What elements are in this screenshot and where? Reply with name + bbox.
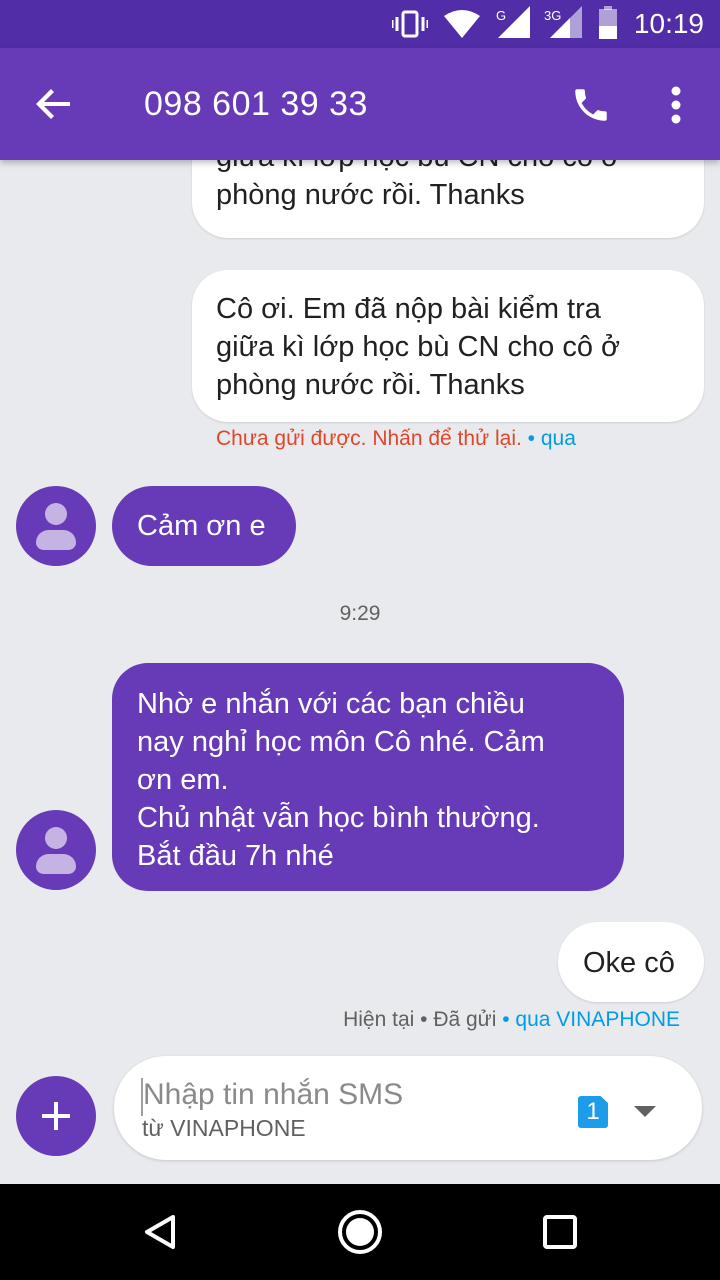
back-arrow-icon[interactable] — [34, 84, 74, 124]
avatar[interactable] — [16, 810, 96, 890]
vibrate-icon — [392, 10, 428, 38]
message-text: Oke cô — [583, 947, 675, 979]
contact-title: 098 601 39 33 — [144, 85, 368, 123]
battery-icon — [599, 6, 617, 39]
person-icon-body — [36, 854, 76, 874]
carrier-text: • qua VINAPHONE — [496, 1008, 680, 1031]
chevron-down-icon[interactable] — [634, 1106, 656, 1117]
conversation-list[interactable]: giữa kì lớp học bù CN cho cô ở phòng nướ… — [0, 160, 720, 1040]
message-text: Cô ơi. Em đã nộp bài kiểm tra giữa kì lớ… — [216, 293, 621, 401]
send-error-text[interactable]: Chưa gửi được. Nhấn để thử lại. — [216, 427, 522, 450]
sim-card-icon[interactable]: 1 — [578, 1096, 608, 1128]
person-icon-head — [45, 503, 67, 525]
timestamp-divider: 9:29 — [339, 602, 381, 625]
more-vert-icon[interactable] — [664, 84, 688, 126]
status-bar: G 3G 10:19 — [0, 0, 720, 48]
message-text: giữa kì lớp học bù CN cho cô ở phòng nướ… — [216, 160, 620, 211]
message-status: Hiện tại • Đã gửi • qua VINAPHONE — [343, 1006, 680, 1034]
message-bubble-outgoing[interactable]: Oke cô — [558, 922, 704, 1002]
phone-call-icon[interactable] — [570, 84, 612, 126]
wifi-icon — [444, 10, 480, 38]
signal-g-icon: G — [496, 6, 530, 38]
compose-sim-label: từ VINAPHONE — [142, 1115, 306, 1141]
message-bubble-incoming[interactable]: Cảm ơn e — [112, 486, 296, 566]
clock: 10:19 — [633, 8, 704, 39]
message-text: Nhờ e nhắn với các bạn chiều nay nghỉ họ… — [137, 688, 545, 872]
person-icon-body — [36, 530, 76, 550]
back-triangle-icon[interactable] — [140, 1212, 180, 1252]
message-bubble-outgoing[interactable]: Cô ơi. Em đã nộp bài kiểm tra giữa kì lớ… — [192, 270, 704, 422]
svg-text:G: G — [496, 8, 506, 23]
add-attachment-button[interactable] — [16, 1076, 96, 1156]
compose-placeholder: Nhập tin nhắn SMS — [143, 1078, 404, 1111]
navigation-bar — [0, 1184, 720, 1280]
sent-status-text: Hiện tại • Đã gửi — [343, 1008, 497, 1031]
person-icon-head — [45, 827, 67, 849]
compose-field[interactable]: Nhập tin nhắn SMS từ VINAPHONE 1 — [114, 1056, 702, 1160]
message-bubble-outgoing[interactable]: giữa kì lớp học bù CN cho cô ở phòng nướ… — [192, 160, 704, 238]
signal-3g-icon: 3G — [544, 6, 582, 38]
message-text: Cảm ơn e — [137, 510, 266, 542]
carrier-text: • qua — [521, 427, 576, 450]
home-circle-icon[interactable] — [336, 1208, 384, 1256]
recents-square-icon[interactable] — [542, 1214, 578, 1250]
message-status[interactable]: Chưa gửi được. Nhấn để thử lại. • qua — [216, 425, 576, 453]
app-bar: 098 601 39 33 — [0, 48, 720, 160]
avatar[interactable] — [16, 486, 96, 566]
svg-text:3G: 3G — [544, 8, 561, 23]
message-bubble-incoming[interactable]: Nhờ e nhắn với các bạn chiều nay nghỉ họ… — [112, 663, 624, 891]
